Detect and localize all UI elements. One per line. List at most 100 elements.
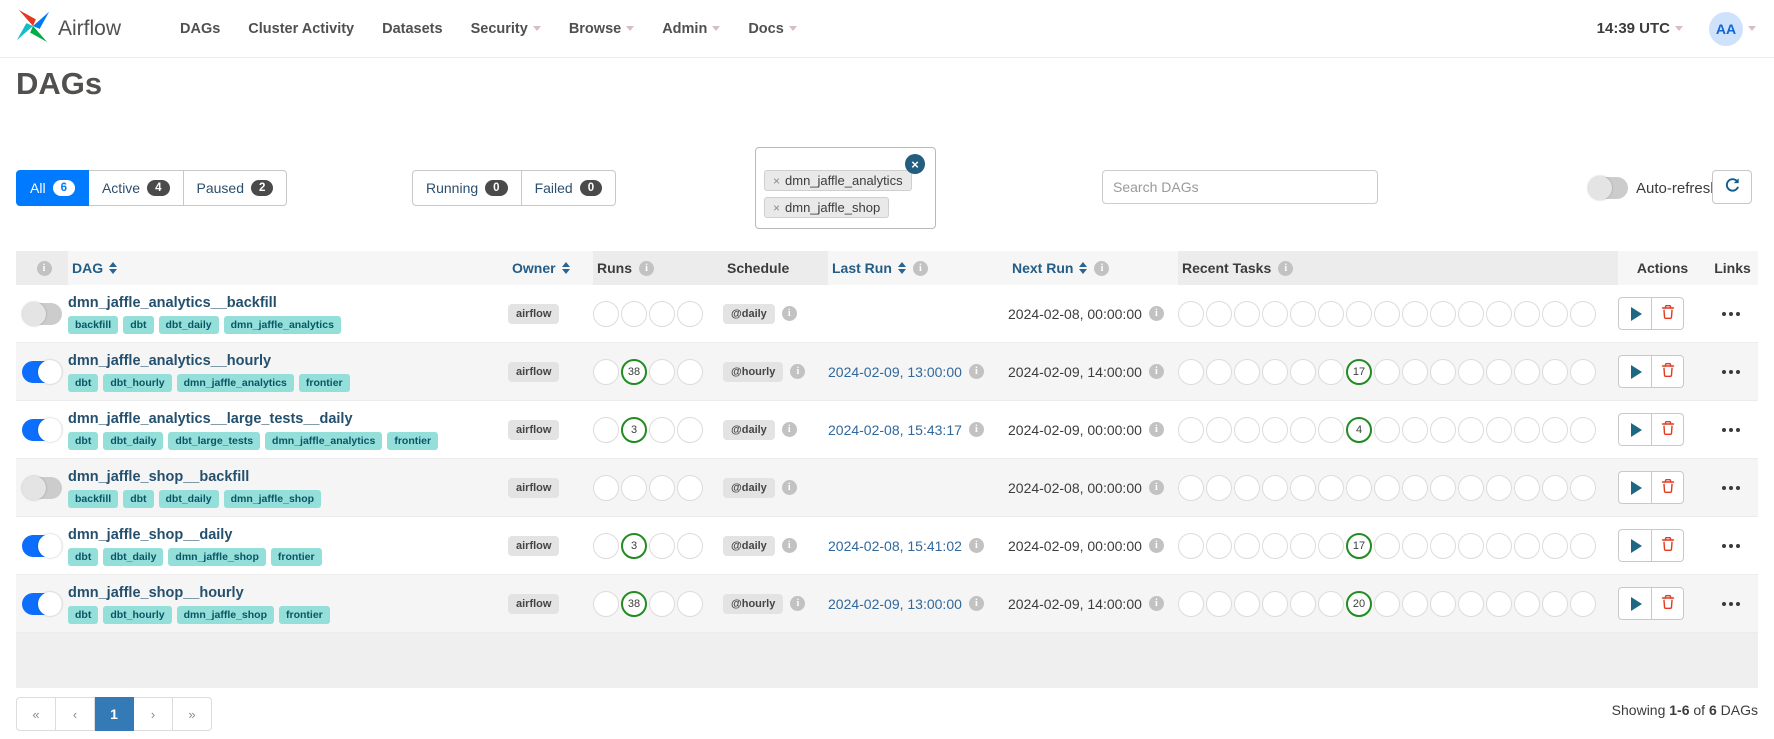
dag-links-menu[interactable] xyxy=(1703,297,1758,330)
trigger-dag-button[interactable] xyxy=(1618,413,1651,446)
nav-item-docs[interactable]: Docs xyxy=(748,21,796,37)
delete-dag-button[interactable] xyxy=(1651,355,1684,388)
dag-tag[interactable]: frontier xyxy=(271,548,322,566)
trigger-dag-button[interactable] xyxy=(1618,355,1651,388)
trigger-dag-button[interactable] xyxy=(1618,529,1651,562)
success-runs-count[interactable]: 38 xyxy=(621,591,647,617)
owner-badge[interactable]: airflow xyxy=(508,304,559,324)
pagination-last[interactable]: » xyxy=(173,697,212,731)
trigger-dag-button[interactable] xyxy=(1618,471,1651,504)
dag-tag[interactable]: backfill xyxy=(68,490,118,508)
dag-tag[interactable]: dbt xyxy=(123,316,153,334)
clear-tag-filter-button[interactable]: × xyxy=(905,154,925,174)
filter-tab-failed[interactable]: Failed 0 xyxy=(522,170,617,206)
delete-dag-button[interactable] xyxy=(1651,471,1684,504)
dag-pause-toggle[interactable] xyxy=(22,477,62,499)
dag-tag[interactable]: dmn_jaffle_shop xyxy=(168,548,265,566)
pagination-page-1[interactable]: 1 xyxy=(95,697,134,731)
owner-badge[interactable]: airflow xyxy=(508,536,559,556)
dag-tag[interactable]: dbt xyxy=(68,374,98,392)
dag-tag[interactable]: dbt_hourly xyxy=(103,374,171,392)
dag-name-link[interactable]: dmn_jaffle_analytics__backfill xyxy=(68,295,277,311)
dag-name-link[interactable]: dmn_jaffle_analytics__large_tests__daily xyxy=(68,411,353,427)
filter-tab-paused[interactable]: Paused 2 xyxy=(184,170,288,206)
column-header-next-run[interactable]: Next Run i xyxy=(1008,251,1178,285)
refresh-button[interactable] xyxy=(1712,170,1752,204)
dag-tag[interactable]: dmn_jaffle_analytics xyxy=(224,316,341,334)
last-run-link[interactable]: 2024-02-08, 15:43:17 xyxy=(828,422,962,438)
filter-tab-all[interactable]: All 6 xyxy=(16,170,89,206)
dag-links-menu[interactable] xyxy=(1703,355,1758,388)
dag-tag[interactable]: dbt xyxy=(68,606,98,624)
dag-name-link[interactable]: dmn_jaffle_shop__daily xyxy=(68,527,232,543)
dag-tag[interactable]: dbt_daily xyxy=(103,432,163,450)
delete-dag-button[interactable] xyxy=(1651,587,1684,620)
delete-dag-button[interactable] xyxy=(1651,529,1684,562)
nav-item-cluster-activity[interactable]: Cluster Activity xyxy=(248,21,354,37)
column-header-dag[interactable]: DAG xyxy=(68,251,508,285)
auto-refresh-toggle[interactable] xyxy=(1588,177,1628,199)
dag-tag[interactable]: dbt_hourly xyxy=(103,606,171,624)
dag-tag[interactable]: frontier xyxy=(279,606,330,624)
pagination-next[interactable]: › xyxy=(134,697,173,731)
delete-dag-button[interactable] xyxy=(1651,413,1684,446)
dag-pause-toggle[interactable] xyxy=(22,535,62,557)
last-run-link[interactable]: 2024-02-09, 13:00:00 xyxy=(828,596,962,612)
owner-badge[interactable]: airflow xyxy=(508,478,559,498)
timezone-selector[interactable]: 14:39 UTC xyxy=(1597,20,1683,37)
dag-name-link[interactable]: dmn_jaffle_analytics__hourly xyxy=(68,353,271,369)
success-tasks-count[interactable]: 17 xyxy=(1346,533,1372,559)
dag-links-menu[interactable] xyxy=(1703,529,1758,562)
success-tasks-count[interactable]: 20 xyxy=(1346,591,1372,617)
dag-tag[interactable]: frontier xyxy=(299,374,350,392)
dag-tag[interactable]: dmn_jaffle_shop xyxy=(224,490,321,508)
success-tasks-count[interactable]: 4 xyxy=(1346,417,1372,443)
pagination-first[interactable]: « xyxy=(16,697,56,731)
nav-item-browse[interactable]: Browse xyxy=(569,21,634,37)
dag-links-menu[interactable] xyxy=(1703,587,1758,620)
user-menu[interactable]: AA xyxy=(1709,12,1756,46)
dag-pause-toggle[interactable] xyxy=(22,303,62,325)
dag-tag[interactable]: dbt_daily xyxy=(103,548,163,566)
delete-dag-button[interactable] xyxy=(1651,297,1684,330)
dag-tag[interactable]: dbt_daily xyxy=(159,316,219,334)
dag-links-menu[interactable] xyxy=(1703,471,1758,504)
dag-tag[interactable]: dmn_jaffle_shop xyxy=(177,606,274,624)
last-run-link[interactable]: 2024-02-09, 13:00:00 xyxy=(828,364,962,380)
filter-tab-active[interactable]: Active 4 xyxy=(89,170,184,206)
dag-tag[interactable]: dmn_jaffle_analytics xyxy=(265,432,382,450)
column-header-last-run[interactable]: Last Run i xyxy=(828,251,1008,285)
success-runs-count[interactable]: 3 xyxy=(621,417,647,443)
dag-tag[interactable]: dmn_jaffle_analytics xyxy=(177,374,294,392)
remove-tag-icon[interactable]: × xyxy=(773,174,780,188)
owner-badge[interactable]: airflow xyxy=(508,362,559,382)
dag-tag[interactable]: dbt_daily xyxy=(159,490,219,508)
nav-item-admin[interactable]: Admin xyxy=(662,21,720,37)
search-input[interactable] xyxy=(1102,170,1378,204)
dag-name-link[interactable]: dmn_jaffle_shop__hourly xyxy=(68,585,244,601)
dag-name-link[interactable]: dmn_jaffle_shop__backfill xyxy=(68,469,249,485)
last-run-link[interactable]: 2024-02-08, 15:41:02 xyxy=(828,538,962,554)
success-runs-count[interactable]: 38 xyxy=(621,359,647,385)
success-runs-count[interactable]: 3 xyxy=(621,533,647,559)
trigger-dag-button[interactable] xyxy=(1618,297,1651,330)
dag-pause-toggle[interactable] xyxy=(22,361,62,383)
nav-item-security[interactable]: Security xyxy=(471,21,541,37)
tag-filter-pill[interactable]: × dmn_jaffle_analytics xyxy=(764,170,912,191)
remove-tag-icon[interactable]: × xyxy=(773,201,780,215)
dag-tag[interactable]: dbt_large_tests xyxy=(168,432,260,450)
dag-links-menu[interactable] xyxy=(1703,413,1758,446)
dag-tag[interactable]: frontier xyxy=(387,432,438,450)
dag-tag[interactable]: backfill xyxy=(68,316,118,334)
airflow-logo[interactable]: Airflow xyxy=(14,7,144,50)
trigger-dag-button[interactable] xyxy=(1618,587,1651,620)
dag-tag[interactable]: dbt xyxy=(123,490,153,508)
tag-filter-pill[interactable]: × dmn_jaffle_shop xyxy=(764,197,889,218)
pagination-prev[interactable]: ‹ xyxy=(56,697,95,731)
dag-pause-toggle[interactable] xyxy=(22,419,62,441)
filter-tab-running[interactable]: Running 0 xyxy=(412,170,522,206)
column-header-owner[interactable]: Owner xyxy=(508,251,593,285)
owner-badge[interactable]: airflow xyxy=(508,594,559,614)
owner-badge[interactable]: airflow xyxy=(508,420,559,440)
dag-tag[interactable]: dbt xyxy=(68,548,98,566)
